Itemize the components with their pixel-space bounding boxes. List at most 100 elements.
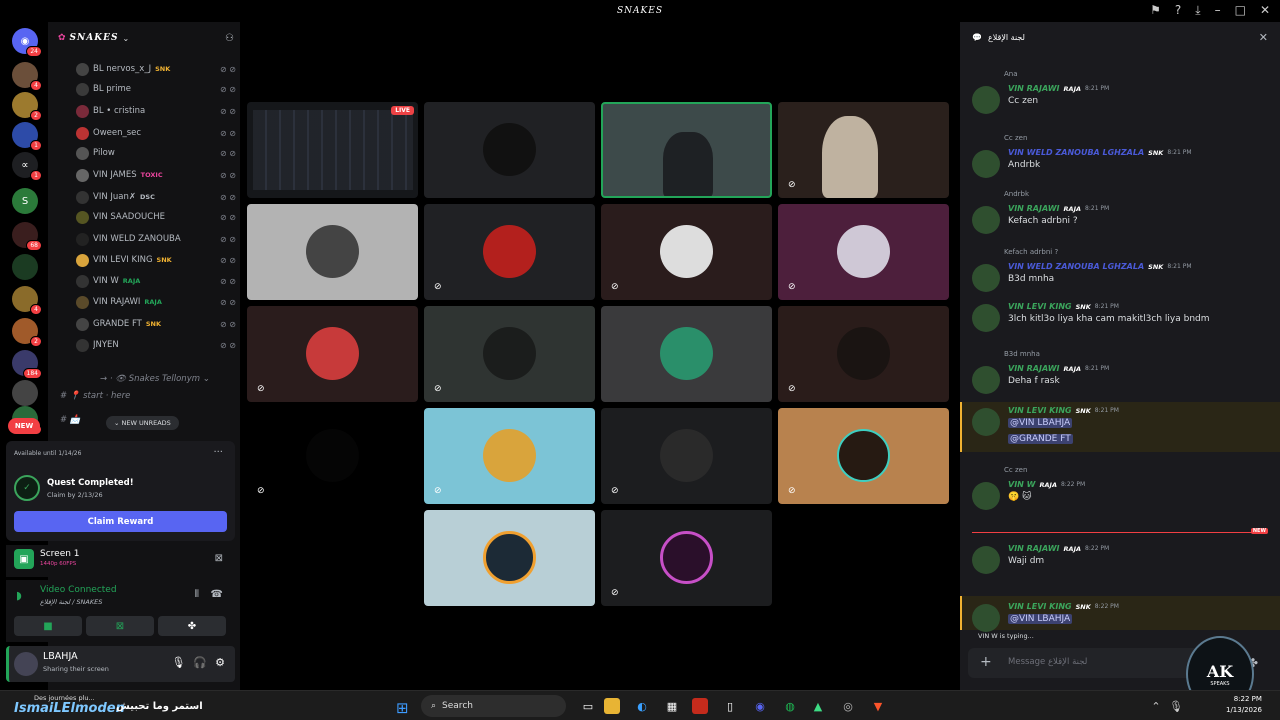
video-tile-camera[interactable]: ⊘ — [778, 102, 949, 198]
author-name[interactable]: VIN LEVI KING — [1008, 602, 1072, 611]
server-icon[interactable]: 68 — [12, 222, 42, 251]
edge-icon[interactable]: ◐ — [634, 698, 650, 714]
video-tile-camera[interactable] — [601, 102, 772, 198]
member-row[interactable]: JNYEN ⊘ ⊘ — [76, 336, 236, 354]
member-row[interactable]: VIN SAADOUCHE ⊘ ⊘ — [76, 208, 236, 226]
microphone-icon[interactable]: 🎙 — [171, 656, 185, 669]
username[interactable]: LBAHJA — [43, 651, 78, 662]
avatar[interactable] — [972, 206, 1000, 234]
avatar[interactable] — [972, 408, 1000, 436]
avatar[interactable] — [972, 546, 1000, 574]
avatar[interactable] — [972, 304, 1000, 332]
video-tile[interactable]: ⊘ — [424, 204, 595, 300]
reply-preview[interactable]: Ana — [1004, 70, 1018, 78]
server-icon[interactable]: 2 — [12, 318, 42, 347]
video-tile[interactable]: ⊘ — [601, 204, 772, 300]
author-name[interactable]: VIN RAJAWI — [1008, 204, 1060, 213]
member-row[interactable]: VIN RAJAWI RAJA ⊘ ⊘ — [76, 293, 236, 311]
reply-preview[interactable]: Cc zen — [1004, 134, 1027, 142]
member-row[interactable]: BL nervos_x_J SNK ⊘ ⊘ — [76, 60, 236, 78]
discord-taskbar-icon[interactable]: ◉ — [752, 698, 768, 714]
close-window-button[interactable]: ✕ — [1260, 3, 1270, 18]
server-icon[interactable]: 1 — [12, 122, 42, 151]
video-tile[interactable]: ⊘ — [424, 408, 595, 504]
windows-start-icon[interactable]: ⊞ — [396, 699, 409, 717]
inbox-icon[interactable]: ⚑ — [1150, 3, 1161, 18]
store-icon[interactable]: ▦ — [664, 698, 680, 714]
member-row[interactable]: GRANDE FT SNK ⊘ ⊘ — [76, 315, 236, 333]
obs-icon[interactable]: ◎ — [840, 698, 856, 714]
disconnect-icon[interactable]: ☎ — [211, 589, 223, 600]
video-tile[interactable]: ⊘ — [601, 408, 772, 504]
author-name[interactable]: VIN W — [1008, 480, 1035, 489]
video-tile[interactable]: ⊘ — [247, 306, 418, 402]
noise-suppression-icon[interactable]: ⦀ — [195, 589, 199, 600]
clock[interactable]: 8:22 PM 1/13/2026 — [1226, 694, 1262, 716]
video-tile[interactable] — [424, 510, 595, 606]
minimize-button[interactable]: – — [1215, 3, 1221, 18]
add-attachment-icon[interactable]: + — [980, 654, 992, 670]
member-row[interactable]: BL prime ⊘ ⊘ — [76, 80, 236, 98]
member-row[interactable]: VIN LEVI KING SNK ⊘ ⊘ — [76, 251, 236, 269]
mention[interactable]: @GRANDE FT — [1008, 434, 1073, 444]
download-icon[interactable]: ⤓ — [1195, 3, 1200, 18]
activities-button[interactable]: ✤ — [158, 616, 226, 636]
mic-tray-icon[interactable]: 🎙 — [1168, 698, 1184, 714]
avatar[interactable] — [972, 150, 1000, 178]
video-tile[interactable]: ⊘ — [424, 306, 595, 402]
video-tile[interactable]: ⊘ — [601, 510, 772, 606]
voice-status[interactable]: Video Connected — [40, 585, 117, 595]
avatar[interactable] — [972, 366, 1000, 394]
reply-preview[interactable]: Andrbk — [1004, 190, 1029, 198]
app-icon[interactable]: ▲ — [810, 698, 826, 714]
avatar[interactable] — [972, 604, 1000, 632]
author-name[interactable]: VIN RAJAWI — [1008, 364, 1060, 373]
add-member-icon[interactable]: ⚇ — [225, 33, 234, 44]
video-tile[interactable] — [247, 204, 418, 300]
video-tile[interactable]: ⊘ — [778, 204, 949, 300]
channel-hash-icon[interactable]: # 📩 — [60, 415, 80, 431]
help-icon[interactable]: ? — [1175, 3, 1181, 18]
avatar[interactable] — [972, 86, 1000, 114]
more-options-icon[interactable]: ··· — [213, 447, 223, 458]
author-name[interactable]: VIN RAJAWI — [1008, 84, 1060, 93]
member-row[interactable]: VIN WELD ZANOUBA LGH... ⊘ ⊘ — [76, 230, 236, 248]
server-icon[interactable]: 2 — [12, 92, 42, 121]
server-header[interactable]: ✿ SNAKES ⌄ ⚇ — [58, 30, 234, 46]
server-icon[interactable]: ∝ 1 — [12, 152, 42, 181]
snakes-server-icon[interactable]: S — [12, 188, 38, 214]
maximize-button[interactable]: □ — [1235, 3, 1246, 18]
server-icon[interactable] — [12, 380, 38, 406]
file-explorer-icon[interactable] — [604, 698, 620, 714]
settings-icon[interactable]: ⚙ — [215, 656, 225, 669]
server-icon[interactable] — [12, 254, 38, 280]
video-tile[interactable] — [601, 306, 772, 402]
author-name[interactable]: VIN WELD ZANOUBA LGHZALA — [1008, 262, 1144, 271]
author-name[interactable]: VIN LEVI KING — [1008, 406, 1072, 415]
stop-share-button[interactable]: ⊠ — [86, 616, 154, 636]
video-tile[interactable]: ⊘ — [778, 408, 949, 504]
author-name[interactable]: VIN LEVI KING — [1008, 302, 1072, 311]
video-tile-stream[interactable]: LIVE — [247, 102, 418, 198]
brave-icon[interactable]: ▼ — [870, 698, 886, 714]
new-unreads-banner[interactable]: ⌄ NEW UNREADS — [106, 416, 179, 430]
server-icon[interactable]: 4 — [12, 62, 42, 91]
member-row[interactable]: VIN W RAJA ⊘ ⊘ — [76, 272, 236, 290]
server-icon[interactable]: 184 — [12, 350, 42, 379]
author-name[interactable]: VIN RAJAWI — [1008, 544, 1060, 553]
video-tile[interactable]: ⊘ — [778, 306, 949, 402]
camera-button[interactable]: ■ — [14, 616, 82, 636]
channel-start-here[interactable]: # 📍 start · here — [60, 391, 130, 407]
server-icon[interactable]: 4 — [12, 286, 42, 315]
task-view-icon[interactable]: ▭ — [580, 698, 596, 714]
member-row[interactable]: BL • cristina ⊘ ⊘ — [76, 102, 236, 120]
video-tile[interactable] — [424, 102, 595, 198]
signal-icon[interactable]: ◗ — [16, 589, 22, 602]
avatar[interactable] — [972, 482, 1000, 510]
author-name[interactable]: VIN WELD ZANOUBA LGHZALA — [1008, 148, 1144, 157]
member-row[interactable]: VIN JAMES TOXIC ⊘ ⊘ — [76, 166, 236, 184]
dm-home-icon[interactable]: ◉ 24 — [12, 28, 42, 57]
close-chat-icon[interactable]: ✕ — [1259, 31, 1268, 44]
spotify-icon[interactable]: ◍ — [782, 698, 798, 714]
member-row[interactable]: Pilow ⊘ ⊘ — [76, 144, 236, 162]
